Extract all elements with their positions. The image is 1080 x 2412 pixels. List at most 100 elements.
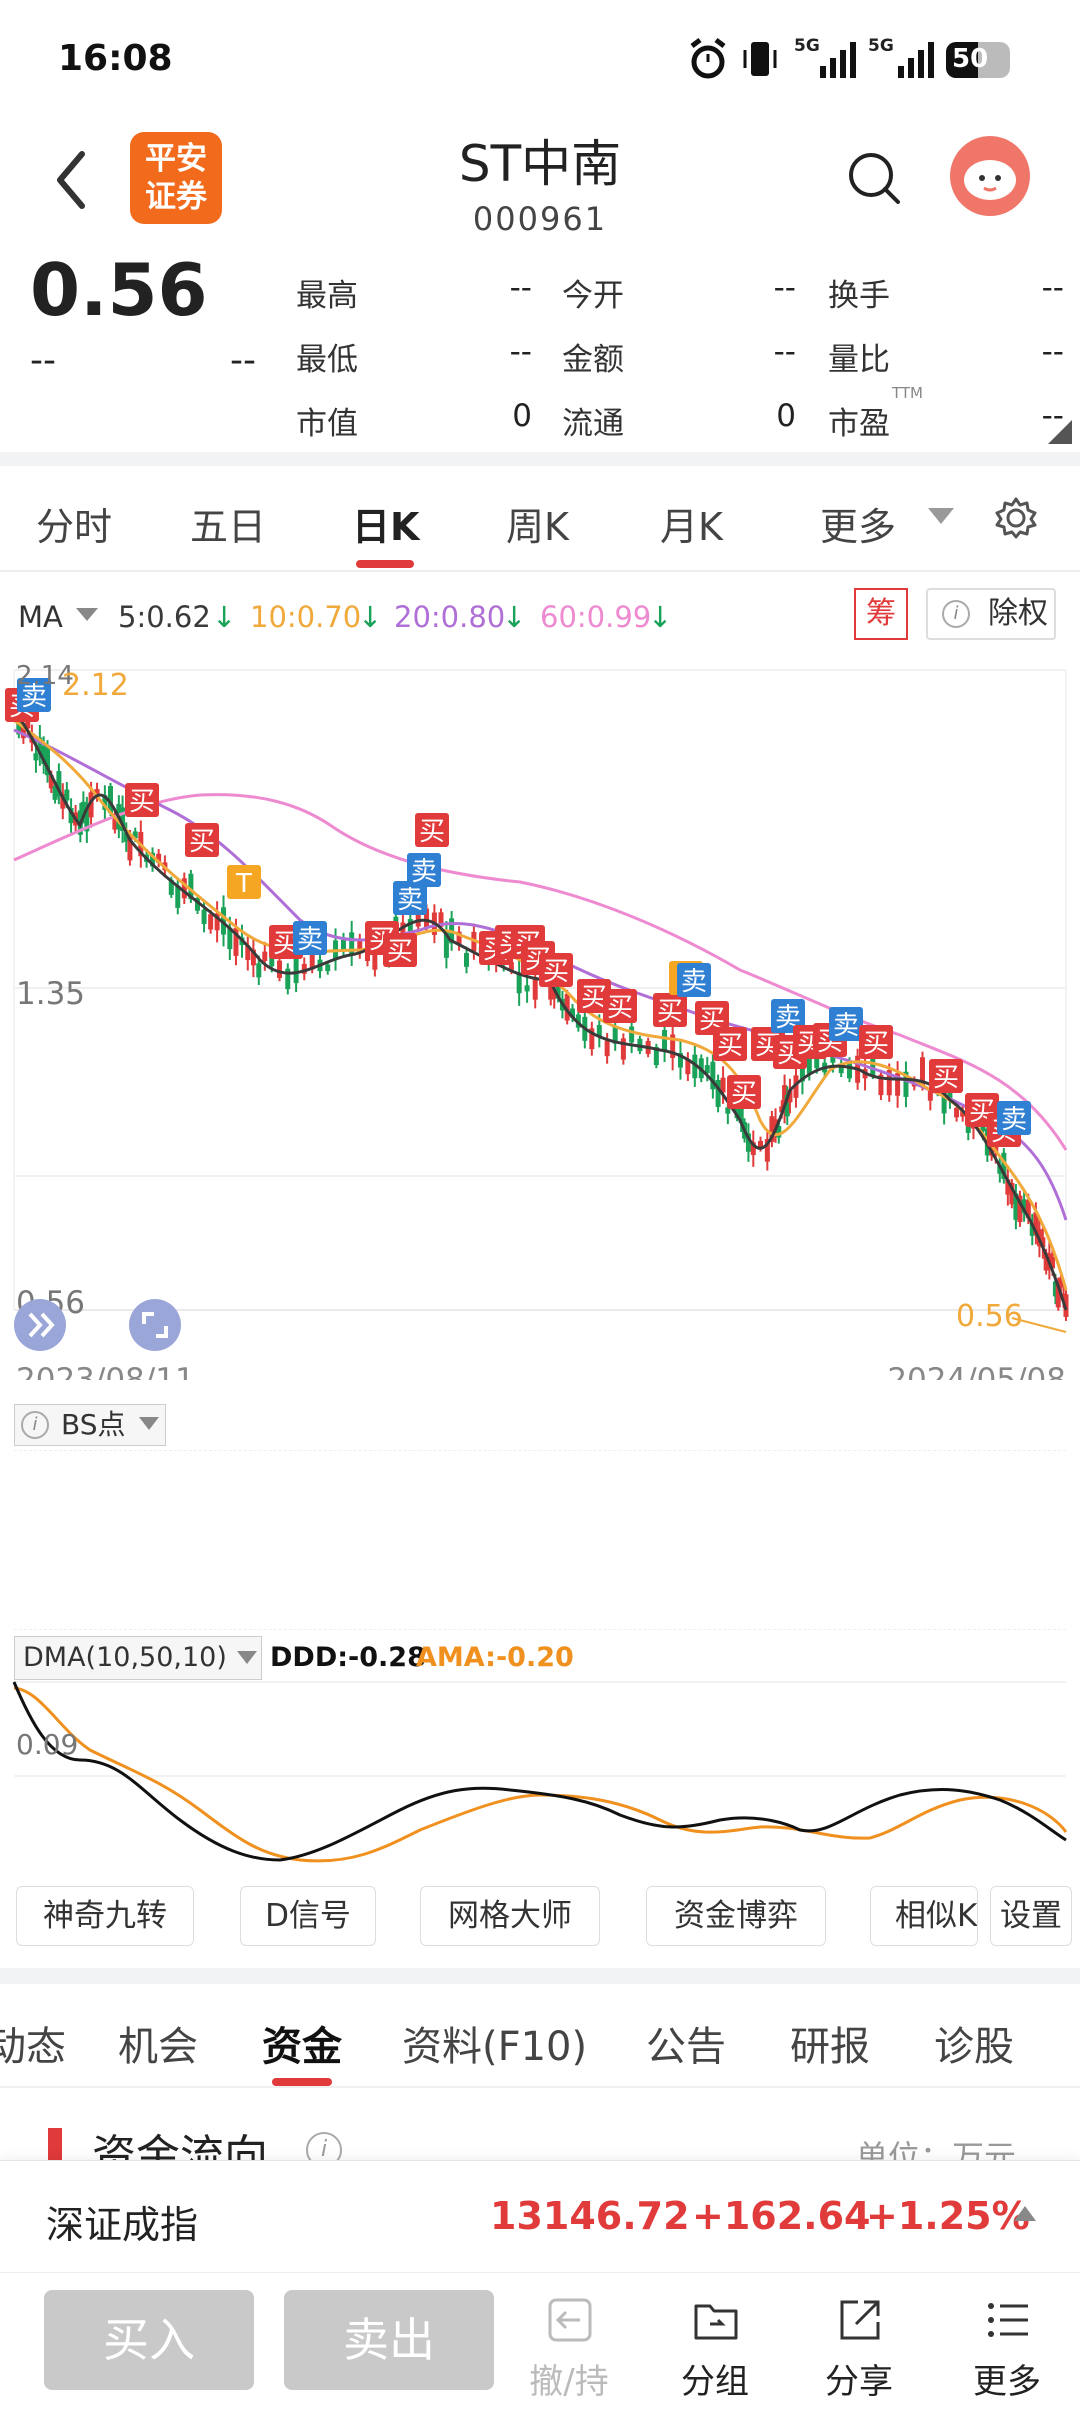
tool-grid-master[interactable]: 网格大师: [420, 1886, 600, 1946]
search-icon[interactable]: [846, 150, 902, 206]
svg-text:卖: 卖: [833, 1011, 859, 1041]
ma-dropdown-icon[interactable]: [76, 608, 98, 622]
cancel-position-icon: [548, 2298, 592, 2342]
signal-5g-icon-1: 5G: [794, 36, 864, 82]
buy-signal-tag: 买: [653, 993, 687, 1027]
buy-button[interactable]: 买入: [44, 2290, 254, 2390]
tab-announcements[interactable]: 公告: [646, 2014, 726, 2072]
quote-pe-ttm-sup: TTM: [892, 384, 924, 402]
tab-more[interactable]: 更多: [820, 496, 896, 551]
alarm-icon: [690, 38, 726, 79]
expand-left-icon[interactable]: [14, 1299, 66, 1351]
svg-text:卖: 卖: [1001, 1105, 1027, 1135]
quote-label-high: 最高: [296, 278, 358, 314]
ama-line: [13, 1686, 1068, 1863]
settings-gear-icon[interactable]: [994, 496, 1038, 540]
dma-indicator-selector[interactable]: DMA(10,50,10): [14, 1636, 262, 1680]
tab-weekly-k[interactable]: 周K: [506, 496, 569, 551]
ma60-down-arrow-icon: ↓: [648, 600, 673, 634]
assistant-avatar[interactable]: [950, 136, 1030, 216]
candle-body: [620, 1038, 626, 1060]
svg-text:买: 买: [863, 1029, 889, 1059]
tab-diagnosis[interactable]: 诊股: [934, 2014, 1014, 2072]
high-price-label: 2.12: [62, 668, 129, 703]
fullscreen-icon[interactable]: [129, 1299, 181, 1351]
tab-intraday[interactable]: 分时: [36, 496, 112, 551]
dma-label: DMA(10,50,10): [23, 1642, 227, 1673]
tab-daily-k[interactable]: 日K: [352, 496, 419, 551]
quote-value-volume-ratio: --: [1041, 334, 1064, 370]
candle-body: [662, 1030, 668, 1052]
ma5-down-arrow-icon: ↓: [212, 600, 237, 634]
svg-text:买: 买: [607, 993, 633, 1023]
sell-button[interactable]: 卖出: [284, 2290, 494, 2390]
tab-five-day[interactable]: 五日: [190, 496, 266, 551]
chip-distribution-button[interactable]: 筹: [854, 588, 908, 640]
tab-research[interactable]: 研报: [790, 2014, 870, 2072]
tab-opportunity[interactable]: 机会: [118, 2014, 198, 2072]
ma20-value: 20:0.80: [394, 600, 506, 634]
more-label: 更多: [973, 2362, 1041, 2402]
candle-body: [629, 1026, 635, 1043]
tab-monthly-k[interactable]: 月K: [660, 496, 723, 551]
tab-news[interactable]: 动态: [0, 2014, 66, 2072]
quote-label-volume-ratio: 量比: [828, 342, 890, 378]
quote-value-open: --: [773, 270, 796, 306]
folder-icon: [694, 2304, 738, 2340]
buy-signal-tag: 买: [415, 813, 449, 847]
price-change-pct: --: [230, 340, 256, 381]
bs-point-selector[interactable]: i BS点: [14, 1404, 166, 1446]
group-label: 分组: [681, 2362, 749, 2402]
candle-body: [208, 914, 214, 930]
quote-value-high: --: [509, 270, 532, 306]
candle-body: [262, 951, 268, 962]
quote-value-turnover: --: [1041, 270, 1064, 306]
kline-chart[interactable]: 买卖买买T买卖买买卖卖买买买买买买买买买T卖买买买买卖买买买卖买买买买卖 1.3…: [0, 650, 1080, 1380]
buy-signal-tag: 买: [929, 1059, 963, 1093]
sell-signal-tag: 卖: [997, 1101, 1031, 1135]
svg-text:买: 买: [129, 787, 155, 817]
candle-body: [524, 985, 530, 992]
tab-funds[interactable]: 资金: [262, 2014, 342, 2072]
svg-text:买: 买: [189, 827, 215, 857]
candle-body: [201, 909, 207, 924]
tool-fund-game[interactable]: 资金博弈: [646, 1886, 826, 1946]
buy-signal-tag: 买: [383, 933, 417, 967]
tool-settings[interactable]: 设置: [990, 1886, 1072, 1946]
quote-label-float-cap: 流通: [562, 406, 624, 442]
dma-chart[interactable]: 0.09: [0, 1680, 1080, 1870]
ma10-line: [13, 718, 1068, 1291]
ma10-value: 10:0.70: [250, 600, 362, 634]
ex-rights-button[interactable]: i 除权: [926, 588, 1056, 640]
quote-value-market-cap: 0: [512, 398, 532, 434]
more-dropdown-icon[interactable]: [928, 508, 954, 526]
buy-signal-tag: 买: [603, 989, 637, 1023]
share-icon: [840, 2300, 880, 2340]
date-end-label: 2024/05/08: [887, 1362, 1066, 1380]
date-start-label: 2023/08/11: [16, 1362, 195, 1380]
stock-name: ST中南: [458, 135, 622, 193]
tool-d-signal[interactable]: D信号: [240, 1886, 376, 1946]
candle-body: [256, 963, 262, 978]
index-value: 13146.72: [490, 2194, 690, 2238]
price-change: --: [30, 340, 56, 381]
expand-corner-icon[interactable]: [1048, 420, 1072, 444]
tool-similar-k[interactable]: 相似K: [870, 1886, 978, 1946]
expand-up-icon[interactable]: [1014, 2206, 1036, 2222]
dma-y-label: 0.09: [16, 1728, 78, 1761]
quote-label-open: 今开: [562, 278, 624, 314]
ddd-line: [12, 1681, 1067, 1862]
candle-body: [532, 977, 538, 1000]
tab-f10[interactable]: 资料(F10): [402, 2014, 587, 2072]
active-tab-indicator: [356, 560, 414, 568]
y-axis-mid-label: 1.35: [16, 976, 85, 1012]
ma20-down-arrow-icon: ↓: [502, 600, 527, 634]
candle-body: [277, 960, 283, 978]
tool-magic-nine[interactable]: 神奇九转: [16, 1886, 194, 1946]
section-divider: [0, 452, 1080, 466]
sell-signal-tag: 卖: [407, 853, 441, 887]
svg-text:买: 买: [543, 957, 569, 987]
ma-label[interactable]: MA: [18, 600, 63, 634]
svg-text:买: 买: [717, 1031, 743, 1061]
active-info-tab-indicator: [272, 2078, 332, 2086]
